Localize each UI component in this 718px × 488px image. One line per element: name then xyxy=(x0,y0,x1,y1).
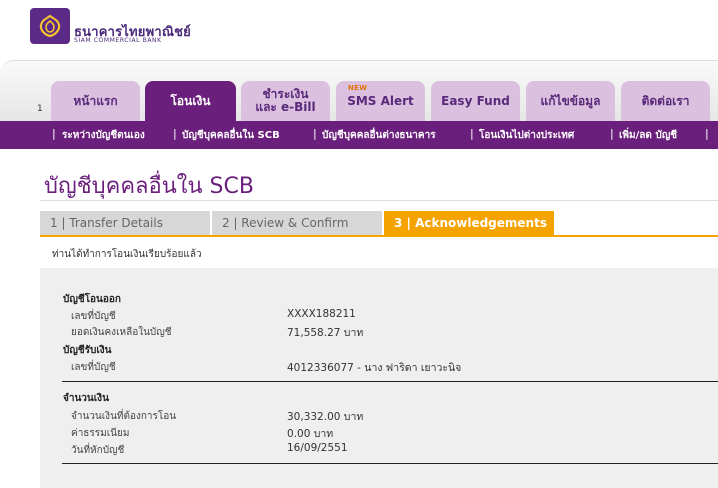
step-underline xyxy=(40,235,718,237)
to-account-number-label: เลขที่บัญชี xyxy=(71,362,116,373)
to-account-number-value: 4012336077 - นาง ฟาริดา เยาวะนิจ xyxy=(287,362,462,374)
tab-edit-profile[interactable]: แก้ไขข้อมูล xyxy=(526,81,615,121)
tab-contact-us-label: ติดต่อเรา xyxy=(641,93,690,108)
subnav-manage-accounts[interactable]: เพิ่ม/ลด บัญชี xyxy=(619,128,677,143)
tab-transfer-label: โอนเงิน xyxy=(170,94,211,108)
step-transfer-details-label: 1 | Transfer Details xyxy=(50,216,163,230)
tab-easy-fund-label: Easy Fund xyxy=(441,93,510,108)
tab-sms-alert-label: SMS Alert xyxy=(347,93,414,108)
subnav-separator: | xyxy=(705,127,709,140)
tab-bill-payment-line2: และ e-Bill xyxy=(255,100,316,114)
subnav-other-scb-accounts[interactable]: บัญชีบุคคลอื่นใน SCB xyxy=(182,128,280,143)
section-divider-bottom xyxy=(62,463,718,464)
subnav-separator: | xyxy=(173,127,177,140)
tab-home-label: หน้าแรก xyxy=(73,93,118,108)
subnav-separator: | xyxy=(610,127,614,140)
section-divider xyxy=(62,381,718,382)
confirmation-message: ท่านได้ทำการโอนเงินเรียบร้อยแล้ว xyxy=(52,249,202,260)
transfer-amount-value: 30,332.00 บาท xyxy=(287,411,364,423)
subnav-other-bank-accounts[interactable]: บัญชีบุคคลอื่นต่างธนาคาร xyxy=(322,128,436,143)
from-account-number-label: เลขที่บัญชี xyxy=(71,311,116,322)
brand-name-en: SIAM COMMERCIAL BANK xyxy=(74,37,162,44)
subnav-own-accounts[interactable]: ระหว่างบัญชีตนเอง xyxy=(62,128,145,143)
step-acknowledgements-label: 3 | Acknowledgements xyxy=(394,216,547,230)
step-review-confirm-label: 2 | Review & Confirm xyxy=(222,216,349,230)
subnav-separator: | xyxy=(52,127,56,140)
new-badge: NEW xyxy=(348,84,368,92)
from-account-title: บัญชีโอนออก xyxy=(63,294,121,305)
tab-transfer[interactable]: โอนเงิน xyxy=(145,81,236,122)
balance-label: ยอดเงินคงเหลือในบัญชี xyxy=(71,327,172,338)
to-account-title: บัญชีรับเงิน xyxy=(63,345,112,356)
tab-bill-payment[interactable]: ชำระเงิน และ e-Bill xyxy=(241,81,330,121)
fee-value: 0.00 บาท xyxy=(287,428,334,440)
transfer-details-panel xyxy=(40,268,718,488)
debit-date-label: วันที่หักบัญชี xyxy=(71,445,125,456)
nav-number: 1 xyxy=(37,104,43,114)
subnav-separator: | xyxy=(470,127,474,140)
page-title: บัญชีบุคคลอื่นใน SCB xyxy=(44,174,254,199)
tab-home[interactable]: หน้าแรก xyxy=(51,81,140,121)
step-transfer-details: 1 | Transfer Details xyxy=(40,211,210,235)
subnav-overseas-transfer[interactable]: โอนเงินไปต่างประเทศ xyxy=(479,128,574,143)
fee-label: ค่าธรรมเนียม xyxy=(71,428,130,439)
bank-emblem-icon xyxy=(39,14,61,38)
subnav-separator: | xyxy=(313,127,317,140)
step-review-confirm: 2 | Review & Confirm xyxy=(212,211,382,235)
title-divider xyxy=(40,200,718,201)
debit-date-value: 16/09/2551 xyxy=(287,442,348,454)
tab-easy-fund[interactable]: Easy Fund xyxy=(431,81,520,121)
from-account-number-value: XXXX188211 xyxy=(287,308,356,320)
step-acknowledgements: 3 | Acknowledgements xyxy=(384,211,554,235)
tab-contact-us[interactable]: ติดต่อเรา xyxy=(621,81,710,121)
tab-edit-profile-label: แก้ไขข้อมูล xyxy=(540,93,601,108)
scb-logo[interactable] xyxy=(30,8,70,44)
transfer-amount-label: จำนวนเงินที่ต้องการโอน xyxy=(71,411,177,422)
amount-title: จำนวนเงิน xyxy=(63,393,109,404)
balance-value: 71,558.27 บาท xyxy=(287,327,364,339)
